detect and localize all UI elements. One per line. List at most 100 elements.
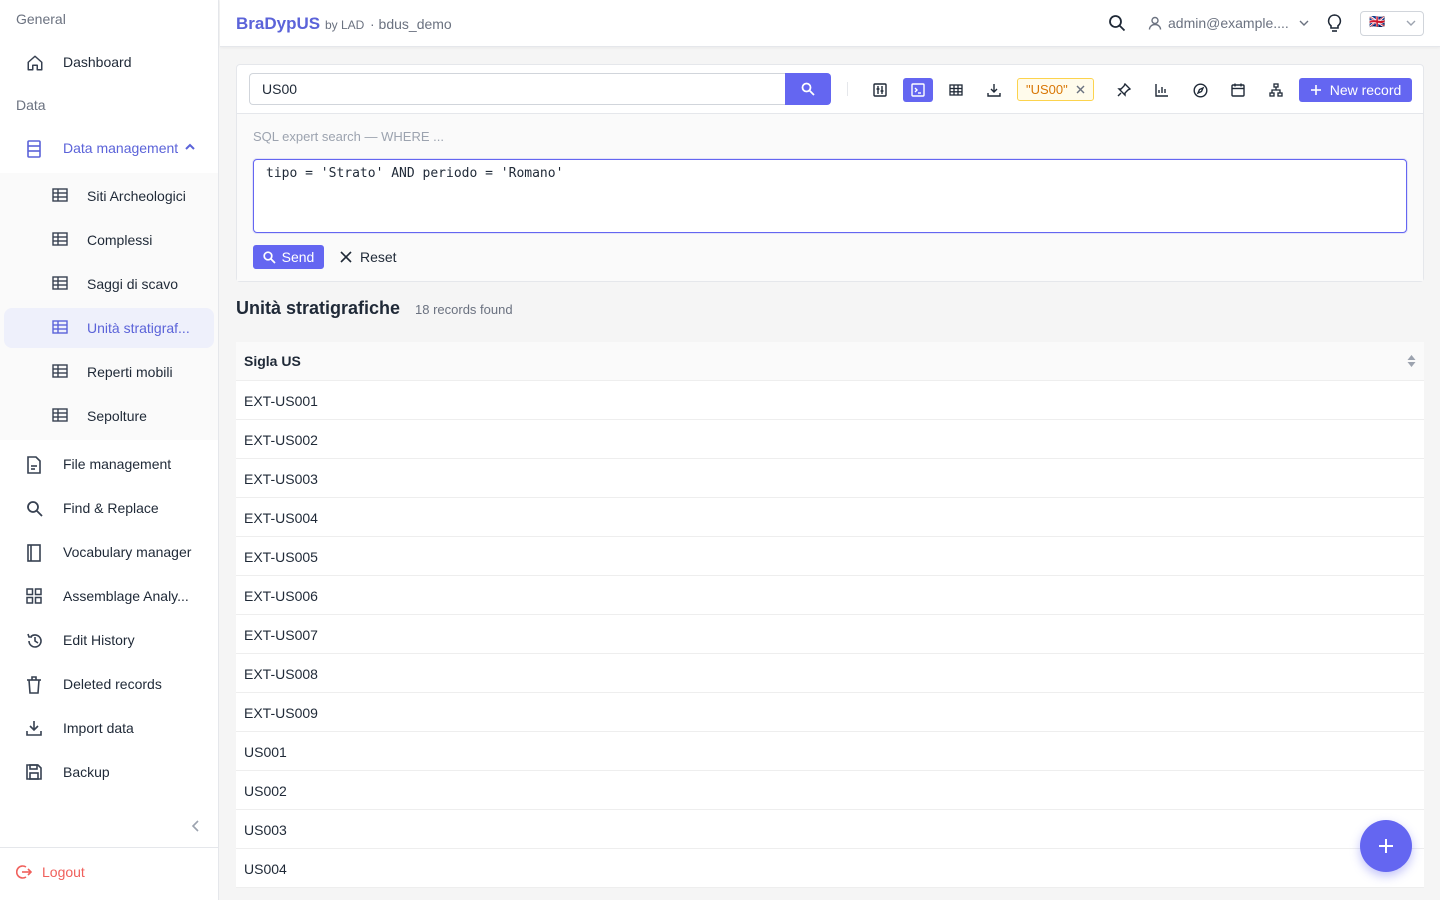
sidebar-subitem-saggi[interactable]: Saggi di scavo	[4, 264, 214, 304]
column-header-label: Sigla US	[244, 353, 301, 369]
search-card: "US00" New record SQL expert search — WH…	[236, 64, 1424, 282]
new-record-label: New record	[1329, 82, 1402, 98]
sidebar-subitem-reperti[interactable]: Reperti mobili	[4, 352, 214, 392]
table-row[interactable]: US004	[236, 849, 1424, 888]
sidebar-item-label: Data management	[63, 140, 179, 156]
database-name: · bdus_demo	[370, 16, 452, 32]
table-cell: US002	[244, 783, 287, 799]
sql-search-panel: SQL expert search — WHERE ... tipo = 'St…	[237, 114, 1423, 281]
search-button[interactable]	[785, 73, 831, 105]
new-record-button[interactable]: New record	[1299, 78, 1412, 102]
table-icon	[52, 188, 68, 204]
sidebar-subitem-siti[interactable]: Siti Archeologici	[4, 176, 214, 216]
collapse-sidebar-icon[interactable]	[190, 818, 204, 834]
plus-icon	[1377, 837, 1395, 855]
table-icon	[52, 364, 68, 380]
send-button[interactable]: Send	[253, 245, 324, 269]
logout-button[interactable]: Logout	[16, 864, 85, 880]
sidebar-item-edit-history[interactable]: Edit History	[4, 620, 214, 660]
table-row[interactable]: EXT-US005	[236, 537, 1424, 576]
sidebar-subitem-label: Saggi di scavo	[87, 276, 179, 292]
sort-icon	[1407, 354, 1416, 368]
sidebar-item-backup[interactable]: Backup	[4, 752, 214, 792]
table-cell: EXT-US002	[244, 432, 318, 448]
table-row[interactable]: EXT-US006	[236, 576, 1424, 615]
harris-matrix-button[interactable]	[1261, 78, 1291, 102]
logout-divider	[0, 847, 218, 848]
search-icon[interactable]	[1108, 14, 1126, 32]
reset-label: Reset	[360, 249, 397, 265]
pin-button[interactable]	[1109, 78, 1139, 102]
table-row[interactable]: EXT-US007	[236, 615, 1424, 654]
table-row[interactable]: US001	[236, 732, 1424, 771]
chart-button[interactable]	[1147, 78, 1177, 102]
close-icon	[340, 251, 352, 263]
table-row[interactable]: EXT-US003	[236, 459, 1424, 498]
bar-chart-icon	[1155, 83, 1169, 97]
sidebar-subitem-label: Siti Archeologici	[87, 188, 186, 204]
table-row[interactable]: US003	[236, 810, 1424, 849]
table-view-button[interactable]	[941, 78, 971, 102]
table-icon	[52, 320, 68, 336]
trash-icon	[26, 676, 44, 694]
sidebar-subitem-sepolture[interactable]: Sepolture	[4, 396, 214, 436]
table-icon	[949, 84, 963, 96]
table-cell: US004	[244, 861, 287, 877]
sql-search-button[interactable]	[903, 78, 933, 102]
sidebar-item-data-management[interactable]: Data management	[4, 128, 214, 168]
sidebar-item-label: Find & Replace	[63, 500, 159, 516]
close-icon[interactable]	[1076, 85, 1085, 94]
table-cell: EXT-US009	[244, 705, 318, 721]
table-icon	[52, 276, 68, 292]
map-button[interactable]	[1185, 78, 1215, 102]
search-icon	[801, 82, 815, 96]
sidebar-subitem-unita-stratigrafiche[interactable]: Unità stratigraf...	[4, 308, 214, 348]
sidebar-item-file-management[interactable]: File management	[4, 444, 214, 484]
sidebar-subitem-complessi[interactable]: Complessi	[4, 220, 214, 260]
table-cell: EXT-US005	[244, 549, 318, 565]
sidebar-item-vocabulary[interactable]: Vocabulary manager	[4, 532, 214, 572]
results-count: 18 records found	[415, 302, 513, 317]
language-select[interactable]: 🇬🇧	[1360, 11, 1424, 36]
table-row[interactable]: EXT-US002	[236, 420, 1424, 459]
sidebar-item-dashboard[interactable]: Dashboard	[4, 42, 214, 82]
brand-logo[interactable]: BraDypUS	[236, 14, 320, 34]
search-input[interactable]	[249, 73, 785, 105]
table-cell: US001	[244, 744, 287, 760]
sidebar-item-deleted[interactable]: Deleted records	[4, 664, 214, 704]
sidebar-item-label: Edit History	[63, 632, 135, 648]
database-icon	[26, 140, 44, 158]
download-icon	[987, 83, 1001, 97]
terminal-icon	[911, 83, 925, 97]
column-header-sigla-us[interactable]: Sigla US	[236, 342, 1424, 381]
lightbulb-icon[interactable]	[1326, 14, 1343, 33]
book-icon	[26, 544, 44, 562]
table-cell: EXT-US004	[244, 510, 318, 526]
sidebar-subitem-label: Unità stratigraf...	[87, 320, 190, 336]
table-icon	[52, 232, 68, 248]
sidebar-item-import[interactable]: Import data	[4, 708, 214, 748]
sidebar-item-assemblage[interactable]: Assemblage Analy...	[4, 576, 214, 616]
logout-label: Logout	[42, 864, 85, 880]
sql-query-input[interactable]: tipo = 'Strato' AND periodo = 'Romano'	[253, 159, 1407, 233]
file-icon	[26, 456, 44, 474]
data-management-submenu: Siti Archeologici Complessi Saggi di sca…	[0, 173, 218, 440]
compass-icon	[1192, 82, 1208, 98]
sidebar-item-label: Dashboard	[63, 54, 132, 70]
user-menu[interactable]: admin@example....	[1148, 15, 1309, 31]
reset-button[interactable]: Reset	[340, 245, 397, 269]
sidebar-item-find-replace[interactable]: Find & Replace	[4, 488, 214, 528]
brand-by: by LAD	[325, 18, 365, 32]
calendar-button[interactable]	[1223, 78, 1253, 102]
hierarchy-icon	[1269, 83, 1283, 97]
table-row[interactable]: US002	[236, 771, 1424, 810]
table-cell: EXT-US006	[244, 588, 318, 604]
export-button[interactable]	[979, 78, 1009, 102]
add-record-fab[interactable]	[1360, 820, 1412, 872]
table-row[interactable]: EXT-US001	[236, 381, 1424, 420]
sliders-icon	[873, 83, 887, 97]
table-row[interactable]: EXT-US009	[236, 693, 1424, 732]
table-row[interactable]: EXT-US008	[236, 654, 1424, 693]
advanced-search-button[interactable]	[865, 78, 895, 102]
table-row[interactable]: EXT-US004	[236, 498, 1424, 537]
